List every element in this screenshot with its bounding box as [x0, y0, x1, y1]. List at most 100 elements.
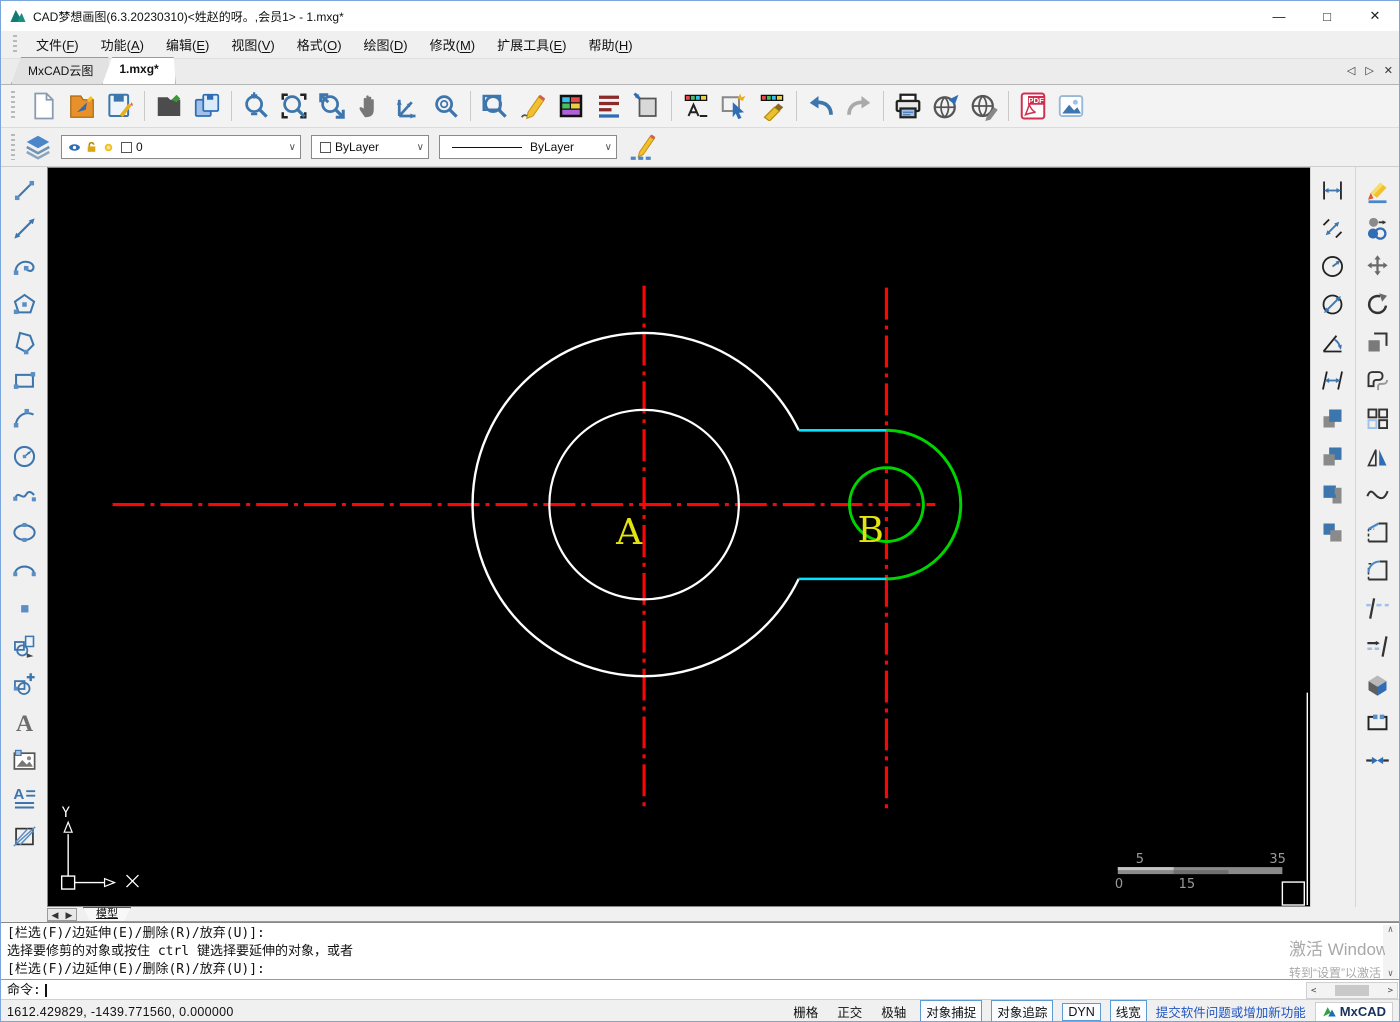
layer-palette-button[interactable]: [552, 87, 590, 125]
extend-button[interactable]: [1361, 631, 1393, 662]
tab-scroll-left-icon[interactable]: ◁: [1347, 64, 1355, 77]
doc-tab-1[interactable]: 1.mxg*: [102, 57, 175, 84]
tab-model[interactable]: 模型: [83, 907, 131, 921]
scale-label-3[interactable]: 15: [1179, 877, 1195, 892]
mirror-button[interactable]: [1361, 441, 1393, 472]
scroll-left-icon[interactable]: <: [1311, 986, 1316, 996]
feedback-link[interactable]: 提交软件问题或增加新功能: [1156, 1002, 1306, 1021]
model-prev-icon[interactable]: ◀: [48, 909, 62, 920]
arc-button[interactable]: [8, 403, 40, 434]
drawing-canvas[interactable]: AB535015Y: [47, 167, 1312, 907]
rotate-button[interactable]: [1361, 289, 1393, 320]
command-prompt[interactable]: 命令:: [1, 981, 1399, 1000]
scale-bar-segment-2[interactable]: [1174, 870, 1229, 874]
ucs-y-arrow-icon[interactable]: [64, 822, 72, 832]
save-button[interactable]: [101, 87, 139, 125]
toggle-正交[interactable]: 正交: [832, 1001, 867, 1022]
minimize-button[interactable]: —: [1255, 1, 1303, 31]
linetype-list-button[interactable]: [590, 87, 628, 125]
menu-item-4[interactable]: 格式(O): [286, 31, 353, 58]
dim-aligned-button[interactable]: [1317, 213, 1349, 244]
doc-tab-0[interactable]: MxCAD云图: [11, 57, 110, 84]
command-vertical-scrollbar[interactable]: ∧ ∨: [1383, 925, 1398, 979]
menu-item-7[interactable]: 扩展工具(E): [486, 31, 577, 58]
image-attach-button[interactable]: [8, 745, 40, 776]
new-file-button[interactable]: [25, 87, 63, 125]
draworder-back-button[interactable]: [1317, 441, 1349, 472]
image-export-button[interactable]: [1052, 87, 1090, 125]
array-button[interactable]: [1361, 403, 1393, 434]
viewport-corner-box[interactable]: [1282, 882, 1304, 905]
copy-button[interactable]: [1361, 213, 1393, 244]
open-folder-button[interactable]: [150, 87, 188, 125]
chamfer-button[interactable]: [1361, 517, 1393, 548]
model-next-icon[interactable]: ▶: [62, 909, 76, 920]
named-view-button[interactable]: [476, 87, 514, 125]
save-as-button[interactable]: [188, 87, 226, 125]
redo-button[interactable]: [840, 87, 878, 125]
menu-item-2[interactable]: 编辑(E): [155, 31, 220, 58]
sketch-pencil-button[interactable]: [514, 87, 552, 125]
pdf-export-button[interactable]: PDF: [1014, 87, 1052, 125]
rectangle-button[interactable]: [8, 365, 40, 396]
text-style-button[interactable]: [677, 87, 715, 125]
pan-button[interactable]: [351, 87, 389, 125]
single-text-button[interactable]: A: [8, 707, 40, 738]
hatch-button[interactable]: [8, 821, 40, 852]
command-history[interactable]: [栏选(F)/边延伸(E)/删除(R)/放弃(U)]:选择要修剪的对象或按住 c…: [1, 923, 1399, 980]
scale-bar-segment[interactable]: [1118, 867, 1174, 870]
join-button[interactable]: [1361, 745, 1393, 776]
layer-manager-icon[interactable]: [23, 132, 53, 162]
ellipse-button[interactable]: [8, 517, 40, 548]
web-publish-button[interactable]: [927, 87, 965, 125]
color-select[interactable]: ByLayer ∨: [311, 135, 429, 159]
scroll-down-icon[interactable]: ∨: [1388, 969, 1393, 979]
circle-button[interactable]: [8, 441, 40, 472]
ucs-origin-box[interactable]: [62, 876, 75, 889]
toggle-对象追踪[interactable]: 对象追踪: [991, 1000, 1053, 1022]
explode-button[interactable]: [1361, 669, 1393, 700]
close-button[interactable]: ✕: [1351, 1, 1399, 31]
zoom-center-button[interactable]: [427, 87, 465, 125]
scroll-up-icon[interactable]: ∧: [1388, 925, 1393, 935]
label-a[interactable]: A: [615, 512, 643, 553]
crosshair-pick-icon[interactable]: [126, 875, 138, 887]
linetype-select-arrow-icon[interactable]: ∨: [605, 142, 612, 153]
offset-button[interactable]: [1361, 365, 1393, 396]
point-button[interactable]: [8, 593, 40, 624]
ucs-x-arrow-icon[interactable]: [105, 879, 115, 887]
linewidth-pencil-icon[interactable]: [627, 132, 657, 162]
spline-button[interactable]: [8, 479, 40, 510]
toggle-对象捕捉[interactable]: 对象捕捉: [920, 1000, 982, 1022]
create-block-button[interactable]: [8, 669, 40, 700]
maximize-button[interactable]: □: [1303, 1, 1351, 31]
menu-item-0[interactable]: 文件(F): [25, 31, 90, 58]
insert-block-button[interactable]: [8, 631, 40, 662]
tab-close-icon[interactable]: ✕: [1384, 64, 1393, 77]
zoom-extents-button[interactable]: [313, 87, 351, 125]
line-button[interactable]: [8, 175, 40, 206]
menu-item-8[interactable]: 帮助(H): [578, 31, 644, 58]
toggle-栅格[interactable]: 栅格: [788, 1001, 823, 1022]
scale-label-1[interactable]: 35: [1269, 852, 1285, 867]
layer-select[interactable]: 0 ∨: [61, 135, 301, 159]
label-b[interactable]: B: [858, 510, 884, 551]
menu-item-3[interactable]: 视图(V): [220, 31, 285, 58]
match-brush-button[interactable]: [753, 87, 791, 125]
zoom-window-button[interactable]: [275, 87, 313, 125]
menu-item-5[interactable]: 绘图(D): [353, 31, 419, 58]
draworder-under-button[interactable]: [1317, 517, 1349, 548]
construction-line-button[interactable]: [8, 213, 40, 244]
quick-select-button[interactable]: [715, 87, 753, 125]
ellipse-arc-button[interactable]: [8, 555, 40, 586]
ucs-axis-button[interactable]: [389, 87, 427, 125]
menu-item-6[interactable]: 修改(M): [419, 31, 487, 58]
polyline-button[interactable]: [8, 251, 40, 282]
web-upload-button[interactable]: [965, 87, 1003, 125]
print-button[interactable]: [889, 87, 927, 125]
break-button[interactable]: [1361, 707, 1393, 738]
color-select-arrow-icon[interactable]: ∨: [417, 142, 424, 153]
scale-label-0[interactable]: 5: [1136, 852, 1144, 867]
copy-view-button[interactable]: [628, 87, 666, 125]
undo-button[interactable]: [802, 87, 840, 125]
